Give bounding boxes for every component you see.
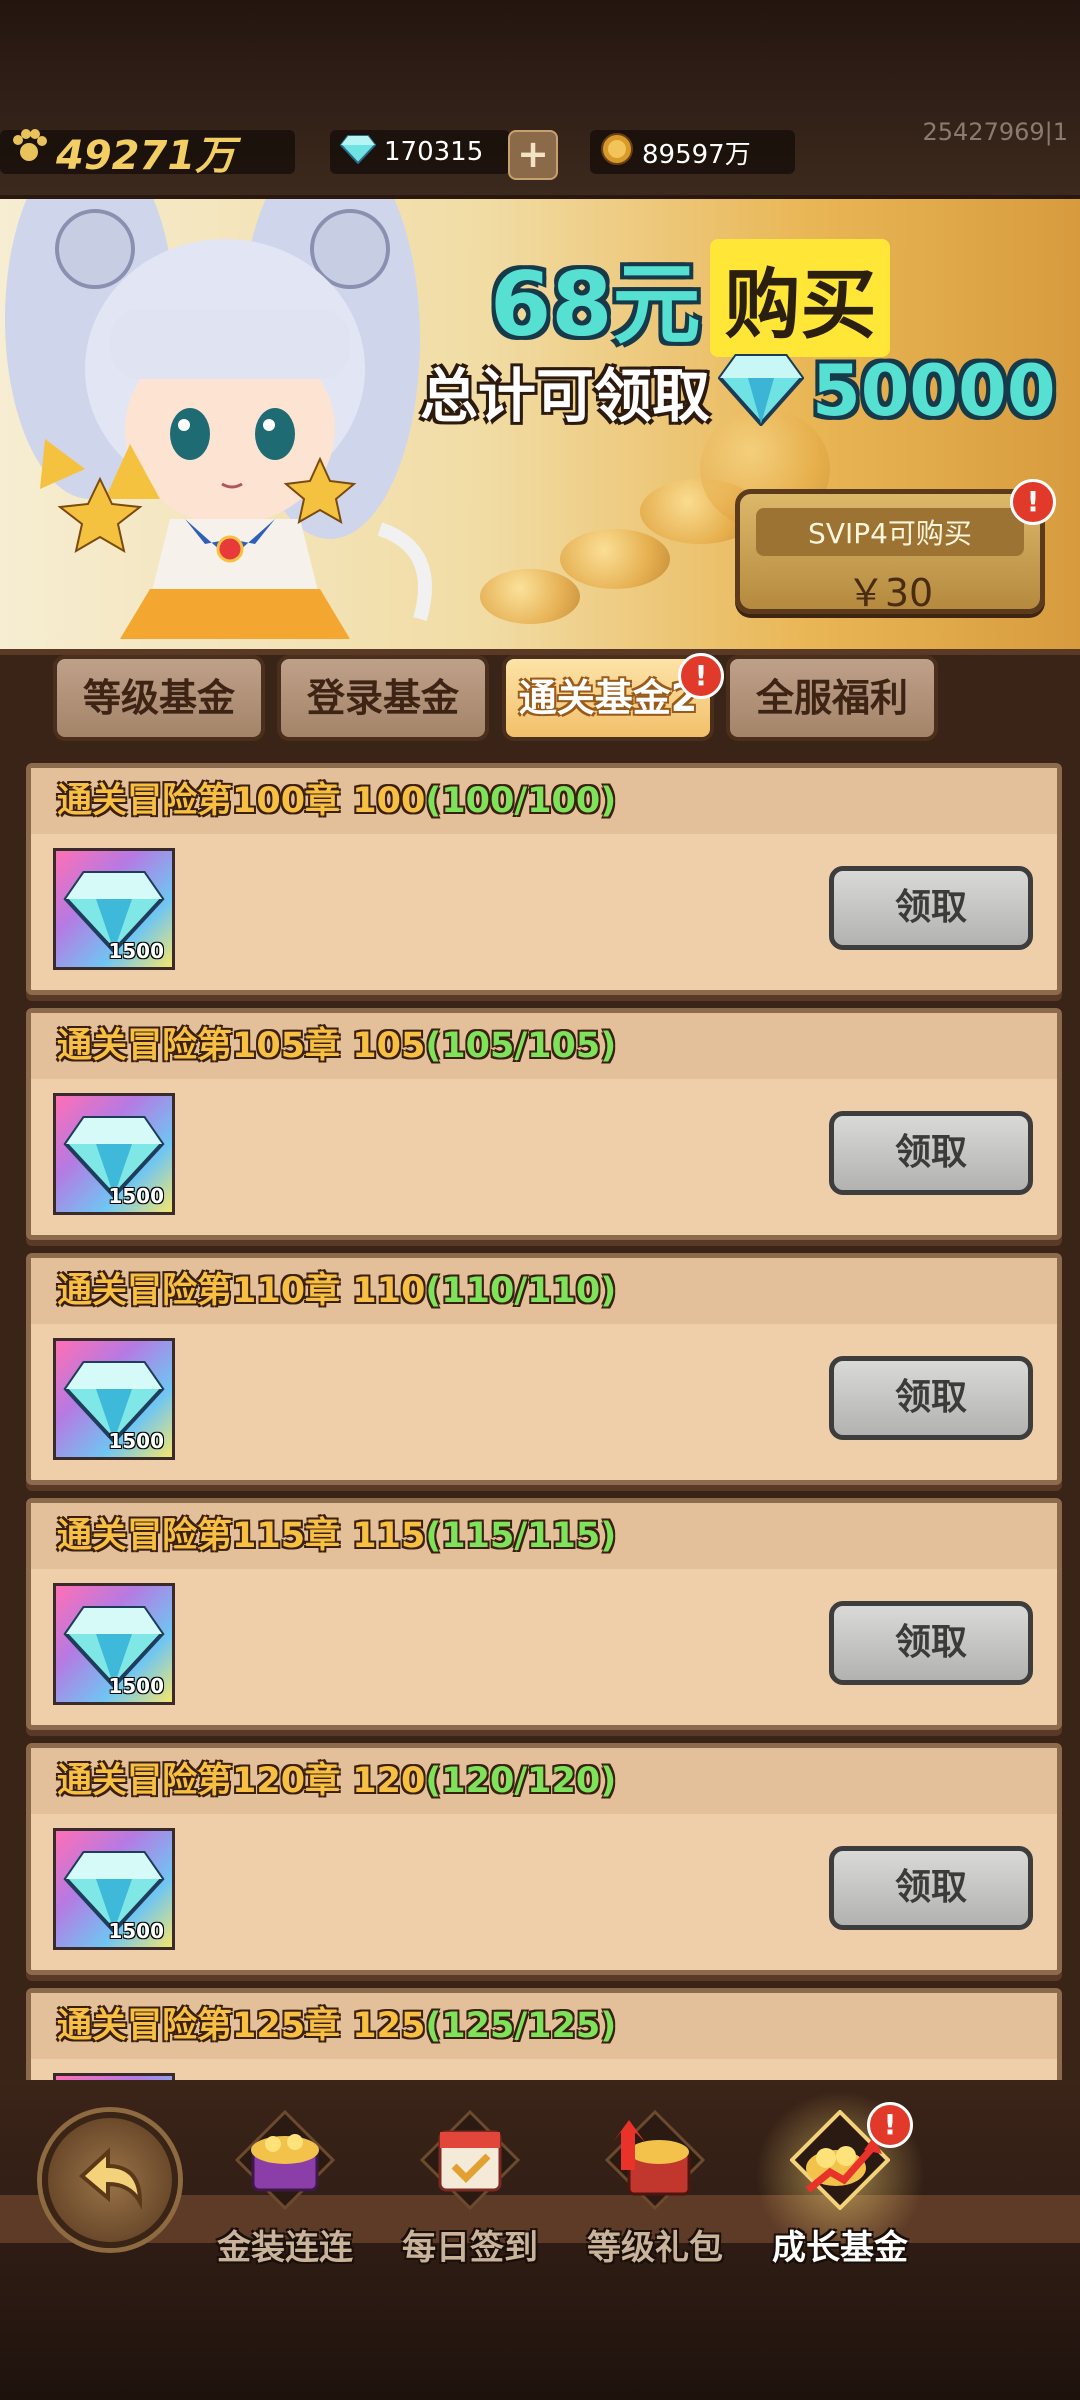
tab-label: 登录基金: [306, 676, 459, 720]
reward-progress: (100/100): [425, 781, 617, 821]
tab-label: 等级基金: [82, 676, 235, 720]
back-arrow-icon: [78, 2147, 143, 2210]
alert-icon: !: [1010, 479, 1056, 525]
claim-button[interactable]: 领取: [829, 866, 1033, 950]
nav-label: 成长基金: [772, 2228, 908, 2268]
diamond-reward-item[interactable]: 1500: [53, 1093, 175, 1215]
svip-label: SVIP4可购买: [756, 508, 1024, 556]
diamond-reward-item[interactable]: 1500: [53, 1338, 175, 1460]
claim-button[interactable]: 领取: [829, 1846, 1033, 1930]
calendar-check-icon: [420, 2110, 520, 2210]
nav-label: 金装连连: [217, 2228, 353, 2268]
tab-login-fund[interactable]: 登录基金: [277, 655, 489, 741]
tab-label: 通关基金2: [518, 676, 698, 720]
total-label: 总计可领取: [420, 362, 711, 430]
reward-title-text: 通关冒险第100章 100: [57, 781, 426, 821]
reward-title-text: 通关冒险第105章 105: [57, 1026, 426, 1066]
banner-title: 68元 购买: [490, 234, 891, 361]
claim-button[interactable]: 领取: [829, 1601, 1033, 1685]
tab-level-fund[interactable]: 等级基金: [53, 655, 265, 741]
coin-icon: [600, 132, 634, 173]
treasure-chest-icon: [235, 2110, 335, 2210]
reward-title: 通关冒险第125章 125(125/125): [31, 1993, 1057, 2059]
list-item: 通关冒险第125章 125(125/125) 1500 领取: [26, 1988, 1062, 2080]
power-display: 49271万: [0, 128, 295, 179]
svip-price: ￥30: [846, 571, 934, 615]
buy-label: 购买: [710, 238, 891, 357]
hero-character-illustration: [5, 199, 432, 639]
reward-progress: (105/105): [425, 1026, 617, 1066]
add-gems-button[interactable]: +: [508, 130, 558, 180]
gems-display: 170315: [330, 130, 510, 174]
list-item: 通关冒险第120章 120(120/120) 1500 领取: [26, 1743, 1062, 1975]
reward-progress: (120/120): [425, 1761, 617, 1801]
alert-icon: !: [867, 2102, 913, 2148]
diamond-reward-item[interactable]: 1500: [53, 2073, 175, 2080]
total-claimable: 总计可领取 50000: [420, 349, 1056, 433]
reward-count: 1500: [108, 1184, 164, 1208]
reward-title: 通关冒险第100章 100(100/100): [31, 768, 1057, 834]
power-value: 49271万: [56, 133, 236, 179]
reward-title: 通关冒险第115章 115(115/115): [31, 1503, 1057, 1569]
reward-list[interactable]: 通关冒险第100章 100(100/100) 1500 领取 通关冒险第105章…: [0, 755, 1080, 2080]
reward-title: 通关冒险第105章 105(105/105): [31, 1013, 1057, 1079]
tab-server-welfare[interactable]: 全服福利: [726, 655, 938, 741]
reward-title-text: 通关冒险第120章 120: [57, 1761, 426, 1801]
user-id: 25427969|1: [922, 118, 1068, 146]
nav-growth-fund[interactable]: 成长基金 !: [755, 2090, 925, 2270]
paw-icon: [10, 128, 48, 176]
list-item: 通关冒险第110章 110(110/110) 1500 领取: [26, 1253, 1062, 1485]
gems-value: 170315: [384, 137, 484, 167]
coins-value: 89597万: [642, 139, 751, 170]
list-item: 通关冒险第105章 105(105/105) 1500 领取: [26, 1008, 1062, 1240]
coin-decoration: [560, 529, 670, 589]
gift-box-arrow-icon: [605, 2110, 705, 2210]
reward-count: 1500: [108, 1919, 164, 1943]
alert-icon: !: [678, 653, 724, 699]
fund-banner: 68元 购买 总计可领取 50000 SVIP4可购买 ￥30 !: [0, 195, 1080, 655]
diamond-icon: [339, 134, 377, 171]
nav-gold-equipment[interactable]: 金装连连: [210, 2110, 360, 2270]
claim-button[interactable]: 领取: [829, 1111, 1033, 1195]
diamond-reward-item[interactable]: 1500: [53, 1583, 175, 1705]
reward-title-text: 通关冒险第115章 115: [57, 1516, 426, 1556]
diamond-icon: [717, 352, 805, 430]
list-item: 通关冒险第100章 100(100/100) 1500 领取: [26, 763, 1062, 995]
diamond-reward-item[interactable]: 1500: [53, 848, 175, 970]
list-item: 通关冒险第115章 115(115/115) 1500 领取: [26, 1498, 1062, 1730]
reward-title-text: 通关冒险第110章 110: [57, 1271, 426, 1311]
reward-title: 通关冒险第120章 120(120/120): [31, 1748, 1057, 1814]
reward-count: 1500: [108, 1429, 164, 1453]
reward-progress: (125/125): [425, 2006, 617, 2046]
svip-purchase-button[interactable]: SVIP4可购买 ￥30: [735, 489, 1045, 615]
reward-count: 1500: [108, 939, 164, 963]
coin-decoration: [480, 569, 580, 624]
nav-label: 每日签到: [402, 2228, 538, 2268]
back-button[interactable]: [42, 2112, 178, 2248]
nav-label: 等级礼包: [587, 2228, 723, 2268]
reward-title-text: 通关冒险第125章 125: [57, 2006, 426, 2046]
reward-progress: (110/110): [425, 1271, 617, 1311]
reward-count: 1500: [108, 1674, 164, 1698]
reward-title: 通关冒险第110章 110(110/110): [31, 1258, 1057, 1324]
coins-display: 89597万: [590, 130, 795, 174]
claim-button[interactable]: 领取: [829, 1356, 1033, 1440]
fund-price: 68元: [490, 253, 701, 356]
fund-tabs: 等级基金 登录基金 通关基金2 全服福利 !: [0, 653, 1080, 750]
diamond-reward-item[interactable]: 1500: [53, 1828, 175, 1950]
total-amount: 50000: [812, 350, 1056, 432]
reward-progress: (115/115): [425, 1516, 617, 1556]
nav-level-gift[interactable]: 等级礼包: [580, 2110, 730, 2270]
tab-label: 全服福利: [755, 676, 908, 720]
nav-daily-signin[interactable]: 每日签到: [395, 2110, 545, 2270]
